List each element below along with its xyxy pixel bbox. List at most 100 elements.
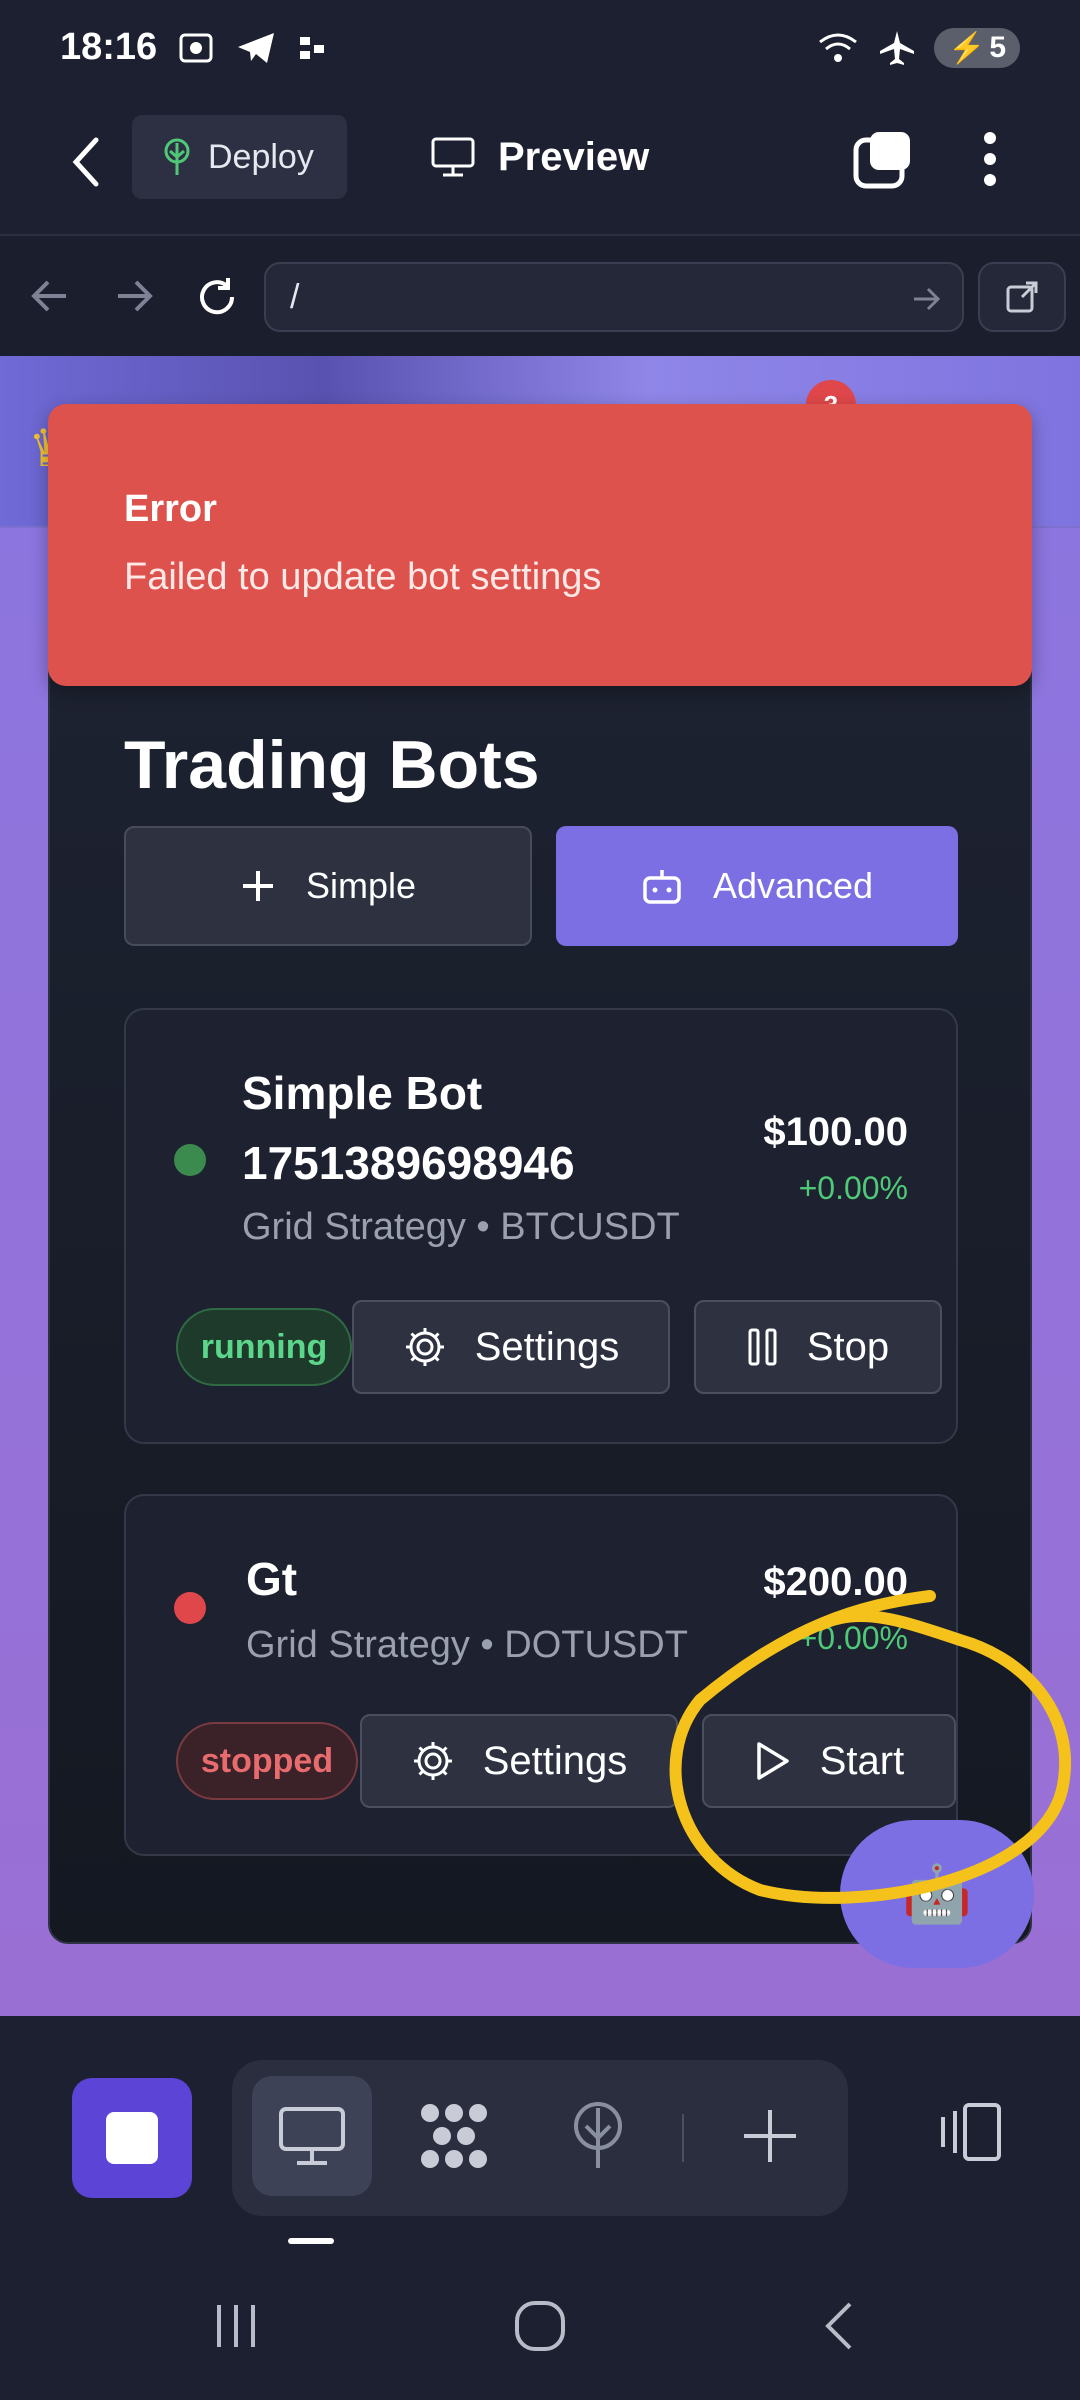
back-icon bbox=[825, 2302, 852, 2350]
advanced-bot-button[interactable]: Advanced bbox=[556, 826, 958, 946]
home-icon bbox=[515, 2301, 565, 2351]
nav-forward-button[interactable] bbox=[112, 274, 156, 318]
integrations-tool[interactable] bbox=[394, 2076, 514, 2196]
bot-card: Gt Grid Strategy • DOTUSDT $200.00 +0.00… bbox=[124, 1494, 958, 1856]
wifi-icon bbox=[819, 33, 857, 62]
battery-indicator: ⚡ 5 bbox=[933, 28, 1020, 68]
toast-title: Error bbox=[124, 488, 217, 530]
settings-label: Settings bbox=[482, 1738, 628, 1783]
bot-change: +0.00% bbox=[798, 1170, 908, 1206]
bot-strategy: Grid Strategy • DOTUSDT bbox=[246, 1624, 688, 1666]
deploy-button[interactable]: Deploy bbox=[132, 115, 347, 199]
charging-icon: ⚡ bbox=[947, 31, 986, 65]
bot-name: Simple Bot 1751389698946 bbox=[242, 1067, 575, 1189]
battery-level: 5 bbox=[989, 31, 1006, 64]
stop-preview-button[interactable] bbox=[72, 2078, 192, 2198]
dot-icon bbox=[984, 132, 996, 144]
monitor-icon bbox=[431, 137, 475, 177]
screenshot-icon bbox=[179, 33, 213, 63]
arrow-left-icon bbox=[31, 280, 66, 312]
bot-change: +0.00% bbox=[798, 1620, 908, 1656]
status-time: 18:16 bbox=[60, 26, 158, 68]
nav-back-button[interactable] bbox=[28, 274, 72, 318]
status-notification-icons bbox=[178, 30, 328, 66]
status-badge: running bbox=[176, 1308, 352, 1386]
bot-value: $100.00 bbox=[763, 1110, 908, 1154]
dot-icon bbox=[984, 174, 996, 186]
start-bot-button[interactable]: Start bbox=[702, 1714, 956, 1808]
play-icon bbox=[757, 1742, 789, 1780]
more-options-button[interactable] bbox=[972, 126, 1008, 192]
bot-name: Gt bbox=[246, 1553, 298, 1605]
web-preview: ♛ 3 Trading Bots Simple Advanced Simple … bbox=[0, 356, 1080, 2016]
settings-button[interactable]: Settings bbox=[360, 1714, 678, 1808]
status-badge: stopped bbox=[176, 1722, 358, 1800]
url-bar-row: / bbox=[0, 234, 1080, 356]
preview-tab[interactable]: Preview bbox=[430, 115, 649, 199]
stop-label: Stop bbox=[806, 1324, 890, 1369]
arrow-right-icon bbox=[118, 280, 153, 312]
trading-bots-panel: Trading Bots Simple Advanced Simple Bot … bbox=[48, 654, 1032, 1944]
go-arrow-icon[interactable] bbox=[912, 284, 942, 314]
page-title: Trading Bots bbox=[124, 727, 540, 803]
gear-icon bbox=[413, 1742, 452, 1780]
molecule-icon bbox=[421, 2104, 487, 2168]
stop-bot-button[interactable]: Stop bbox=[694, 1300, 942, 1394]
status-system-icons: ⚡ 5 bbox=[816, 28, 1020, 68]
gear-icon bbox=[405, 1328, 444, 1366]
telegram-icon bbox=[238, 33, 274, 63]
system-nav-bar bbox=[0, 2246, 1080, 2400]
home-button[interactable] bbox=[500, 2296, 580, 2356]
reload-icon bbox=[200, 278, 235, 315]
simple-label: Simple bbox=[305, 865, 417, 906]
recent-apps-button[interactable] bbox=[196, 2296, 276, 2356]
dot-icon bbox=[984, 153, 996, 165]
airplane-mode-icon bbox=[879, 31, 914, 65]
deploy-label: Deploy bbox=[208, 137, 314, 176]
app-bar: Deploy Preview bbox=[0, 100, 1080, 232]
start-label: Start bbox=[819, 1738, 905, 1783]
simple-bot-button[interactable]: Simple bbox=[124, 826, 532, 946]
split-view-icon bbox=[941, 2103, 1001, 2161]
assistant-fab[interactable]: 🤖 bbox=[840, 1820, 1034, 1968]
bottom-toolbar bbox=[0, 2016, 1080, 2246]
plus-icon bbox=[242, 871, 273, 901]
bot-value: $200.00 bbox=[763, 1560, 908, 1604]
monitor-tool[interactable] bbox=[252, 2076, 372, 2196]
system-back-button[interactable] bbox=[800, 2296, 880, 2356]
error-toast: Error Failed to update bot settings bbox=[48, 404, 1032, 686]
tree-icon bbox=[574, 2102, 622, 2168]
url-input[interactable]: / bbox=[264, 262, 964, 332]
open-external-button[interactable] bbox=[978, 262, 1066, 332]
view-tool-group bbox=[232, 2060, 848, 2216]
chevron-left-icon bbox=[72, 137, 99, 187]
pause-icon bbox=[748, 1328, 777, 1366]
bot-strategy: Grid Strategy • BTCUSDT bbox=[242, 1206, 680, 1248]
external-link-icon bbox=[1006, 281, 1038, 313]
windows-icon bbox=[853, 132, 910, 189]
recents-icon bbox=[217, 2305, 255, 2347]
toast-message: Failed to update bot settings bbox=[124, 556, 602, 598]
status-dot-running bbox=[174, 1144, 206, 1176]
bot-card: Simple Bot 1751389698946 Grid Strategy •… bbox=[124, 1008, 958, 1444]
deploy-tool[interactable] bbox=[538, 2076, 658, 2196]
settings-label: Settings bbox=[474, 1324, 620, 1369]
active-tab-indicator bbox=[288, 2238, 334, 2244]
windows-button[interactable] bbox=[852, 128, 914, 190]
url-text: / bbox=[290, 277, 300, 316]
stop-square-icon bbox=[106, 2112, 158, 2164]
back-button[interactable] bbox=[62, 132, 112, 192]
app-notification-icon bbox=[300, 37, 324, 59]
layout-toggle-button[interactable] bbox=[910, 2072, 1030, 2192]
plus-icon bbox=[744, 2110, 796, 2162]
status-bar: 18:16 ⚡ 5 bbox=[0, 0, 1080, 100]
preview-label: Preview bbox=[498, 134, 650, 179]
reload-button[interactable] bbox=[194, 274, 238, 318]
status-dot-stopped bbox=[174, 1592, 206, 1624]
tree-icon bbox=[164, 138, 190, 175]
divider bbox=[682, 2114, 684, 2162]
bot-icon bbox=[643, 870, 681, 904]
add-tool[interactable] bbox=[710, 2076, 830, 2196]
monitor-icon bbox=[279, 2107, 345, 2165]
settings-button[interactable]: Settings bbox=[352, 1300, 670, 1394]
